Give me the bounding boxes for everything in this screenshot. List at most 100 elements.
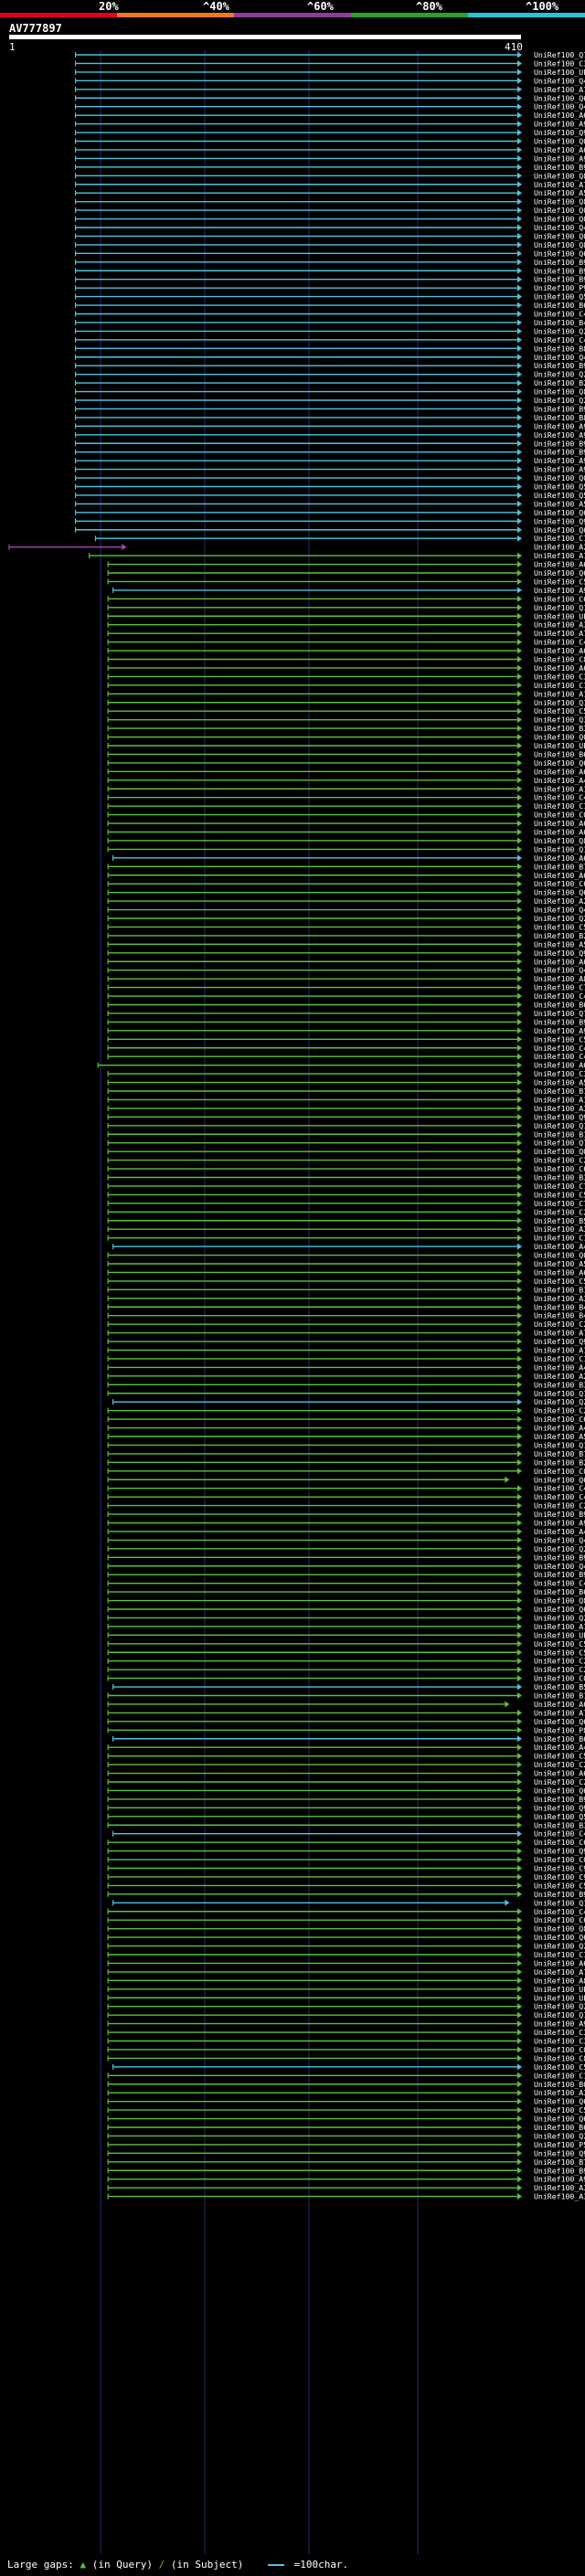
hit-row[interactable]: UniRef100_A9RIS2	[74, 465, 585, 474]
hit-row[interactable]: UniRef100_Q2GBV5	[74, 326, 585, 335]
hit-row[interactable]: UniRef100_A6QQN1	[107, 819, 585, 828]
hit-row[interactable]: UniRef100_A7QR16	[74, 180, 585, 189]
hit-row[interactable]: UniRef100_A6TYX8	[107, 1958, 585, 1967]
hit-row[interactable]: UniRef100_B1TAK7	[107, 1691, 585, 1701]
hit-row[interactable]: UniRef100_C7TA49	[107, 1182, 585, 1191]
hit-row[interactable]: UniRef100_Q08Q21	[107, 1251, 585, 1260]
hit-row[interactable]: UniRef100_Q2H923	[107, 914, 585, 923]
hit-row[interactable]: UniRef100_A4R296	[107, 776, 585, 785]
hit-row[interactable]: UniRef100_C5P8V3	[107, 706, 585, 716]
hit-row[interactable]: UniRef100_B1HS58	[107, 1087, 585, 1096]
hit-row[interactable]: UniRef100_C6VYN6	[107, 1915, 585, 1924]
hit-row[interactable]: UniRef100_A5PJG1	[107, 1432, 585, 1441]
hit-row[interactable]: UniRef100_A1H1F4	[107, 1346, 585, 1355]
hit-row[interactable]: UniRef100_Q9HCE5	[107, 1847, 585, 1856]
hit-row[interactable]: UniRef100_C6RJ94	[107, 594, 585, 603]
hit-label[interactable]: UniRef100_A3QMK8	[534, 2192, 585, 2201]
hit-row[interactable]: UniRef100_C5GE72	[107, 922, 585, 931]
hit-row[interactable]: UniRef100_A7WSC3	[107, 1329, 585, 1338]
hit-row[interactable]: UniRef100_C3Q7H2	[107, 2028, 585, 2037]
hit-row[interactable]: UniRef100_A6SHK9	[107, 767, 585, 776]
hit-row[interactable]: UniRef100_A6E0J5	[112, 853, 585, 863]
hit-row[interactable]: UniRef100_A5WMN9	[107, 939, 585, 949]
hit-row[interactable]: UniRef100_A6KXQ0	[107, 1769, 585, 1778]
hit-row[interactable]: UniRef100_C2Q8B8	[107, 1760, 585, 1769]
hit-row[interactable]: UniRef100_B2AWG2	[107, 931, 585, 940]
hit-row[interactable]: UniRef100_C6PN06	[107, 1838, 585, 1847]
hit-row[interactable]: UniRef100_Q01D43	[74, 231, 585, 240]
hit-row[interactable]: UniRef100_A7PG91	[74, 85, 585, 94]
hit-row[interactable]: UniRef100_A9RRX2	[74, 456, 585, 465]
hit-row[interactable]: UniRef100_C2JXU5	[107, 1406, 585, 1415]
hit-row[interactable]: UniRef100_Q2ZY67	[74, 396, 585, 405]
hit-row[interactable]: UniRef100_C4G3H2	[107, 1044, 585, 1053]
hit-row[interactable]: UniRef100_C0NYW4	[107, 811, 585, 820]
hit-row[interactable]: UniRef100_Q9BKM7	[107, 1112, 585, 1121]
hit-row[interactable]: UniRef100_Q9WMS6	[107, 949, 585, 958]
hit-row[interactable]: UniRef100_B7WS08	[107, 862, 585, 871]
hit-row[interactable]: UniRef100_Q2JXT0	[107, 2002, 585, 2011]
hit-row[interactable]: UniRef100_Q4LB13	[74, 102, 585, 111]
hit-row[interactable]: UniRef100_A7NY46	[107, 1967, 585, 1977]
hit-row[interactable]: UniRef100_A4BF72	[107, 1424, 585, 1433]
hit-row[interactable]: UniRef100_C6B255	[107, 1164, 585, 1173]
hit-row[interactable]: UniRef100_C2C0B8	[107, 1665, 585, 1674]
hit-row[interactable]: UniRef100_Q8CMP5	[107, 1596, 585, 1606]
hit-row[interactable]: UniRef100_A3WZ24	[107, 1104, 585, 1113]
hit-row[interactable]: UniRef100_Q42699	[74, 353, 585, 362]
hit-row[interactable]: UniRef100_B4G1T4	[74, 318, 585, 327]
hit-row[interactable]: UniRef100_A8PG29	[107, 974, 585, 983]
hit-row[interactable]: UniRef100_C8V8U7	[107, 655, 585, 664]
hit-row[interactable]: UniRef100_B8L8F4	[74, 413, 585, 422]
hit-row[interactable]: UniRef100_Q6M5G5	[107, 1605, 585, 1614]
hit-row[interactable]: UniRef100_A6G3D9	[107, 871, 585, 880]
hit-row[interactable]: UniRef100_Q6BET3	[74, 93, 585, 102]
hit-row[interactable]: UniRef100_A3KTD0	[107, 2088, 585, 2097]
hit-row[interactable]: UniRef100_C3SMB4	[107, 672, 585, 681]
hit-row[interactable]: UniRef100_A3QMK8	[107, 2192, 585, 2201]
hit-row[interactable]: UniRef100_C2FWA1	[107, 1156, 585, 1165]
hit-row[interactable]: UniRef100_Q8H162	[74, 240, 585, 249]
hit-row[interactable]: UniRef100_UPI000...	[107, 1630, 585, 1639]
hit-row[interactable]: UniRef100_B9L2E7	[107, 2166, 585, 2175]
hit-row[interactable]: UniRef100_Q42662	[74, 223, 585, 232]
hit-row[interactable]: UniRef100_Q6GJN2	[107, 1933, 585, 1942]
hit-row[interactable]: UniRef100_C2JFD3	[107, 1777, 585, 1786]
hit-row[interactable]: UniRef100_A9BQW2	[107, 1519, 585, 1528]
hit-row[interactable]: UniRef100_C1IDL0	[94, 534, 585, 543]
hit-row[interactable]: UniRef100_B6K226	[107, 2123, 585, 2132]
hit-row[interactable]: UniRef100_A7QVY4	[107, 629, 585, 638]
hit-row[interactable]: UniRef100_C4FEZ5	[107, 1492, 585, 1501]
hit-row[interactable]: UniRef100_Q8RKQ7	[74, 171, 585, 180]
hit-row[interactable]: UniRef100_C0QCY5	[107, 2045, 585, 2054]
hit-row[interactable]: UniRef100_A9YGE7	[74, 154, 585, 163]
hit-row[interactable]: UniRef100_A9WMR8	[107, 2175, 585, 2184]
hit-row[interactable]: UniRef100_Q4MV20	[107, 1562, 585, 1571]
hit-row[interactable]: UniRef100_UPI000...	[107, 1985, 585, 1994]
hit-row[interactable]: UniRef100_C2LWW1	[107, 1320, 585, 1329]
hit-row[interactable]: UniRef100_Q9ZL76	[107, 2148, 585, 2157]
hit-row[interactable]: UniRef100_A4Z5C3	[107, 1527, 585, 1536]
hit-row[interactable]: UniRef100_A4JJS1	[112, 1242, 585, 1251]
hit-row[interactable]: UniRef100_Q9WP70	[74, 516, 585, 525]
hit-row[interactable]: UniRef100_Q5U008	[74, 292, 585, 302]
hit-row[interactable]: UniRef100_A2PPW4	[107, 896, 585, 906]
hit-row[interactable]: UniRef100_A5UXW5	[74, 499, 585, 508]
hit-row[interactable]: UniRef100_A9H711	[107, 2019, 585, 2029]
hit-row[interactable]: UniRef100_UPI000...	[74, 68, 585, 77]
hit-row[interactable]: UniRef100_Q6C638	[107, 1786, 585, 1795]
hit-row[interactable]: UniRef100_Q069K2	[74, 206, 585, 215]
hit-row[interactable]: UniRef100_C7TGS9	[107, 1199, 585, 1208]
hit-row[interactable]: UniRef100_Q5A749	[107, 1812, 585, 1821]
hit-row[interactable]: UniRef100_A9PB05	[74, 430, 585, 440]
hit-row[interactable]: UniRef100_B5QJH1	[107, 1216, 585, 1225]
hit-row[interactable]: UniRef100_C3GG64	[107, 2037, 585, 2046]
hit-row[interactable]: UniRef100_A1CIP1	[107, 784, 585, 793]
hit-row[interactable]: UniRef100_A1DJN6	[107, 1095, 585, 1104]
hit-row[interactable]: UniRef100_C0R6P5	[107, 1855, 585, 1864]
hit-row[interactable]: UniRef100_UPI000...	[107, 611, 585, 620]
hit-row[interactable]: UniRef100_B3W1D5	[107, 1380, 585, 1389]
hit-row[interactable]: UniRef100_B3DY41	[107, 724, 585, 733]
hit-row[interactable]: UniRef100_A3UEH6	[107, 1224, 585, 1234]
hit-row[interactable]: UniRef100_B8KIR8	[74, 344, 585, 353]
